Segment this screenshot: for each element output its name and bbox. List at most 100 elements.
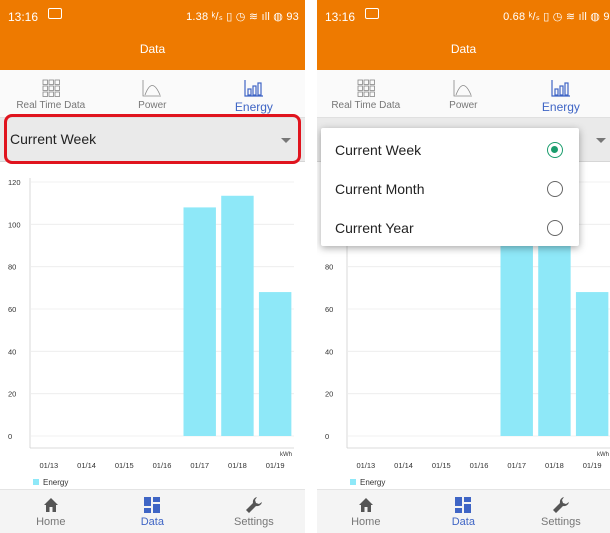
- dropdown-arrow-icon: [596, 138, 606, 143]
- legend-label: Energy: [360, 478, 385, 487]
- x-tick-label: 01/15: [432, 461, 451, 470]
- menu-item-current-month[interactable]: Current Month: [321, 169, 579, 209]
- y-tick-label: 120: [8, 178, 21, 187]
- message-icon: [48, 8, 62, 19]
- tab-label: Real Time Data: [331, 100, 401, 111]
- y-tick-label: 20: [8, 390, 16, 399]
- unit-label: kWh: [597, 452, 609, 458]
- bar-chart-icon: [244, 80, 263, 97]
- tab-power[interactable]: Power: [102, 70, 204, 118]
- tab-label: Real Time Data: [16, 100, 86, 111]
- x-tick-label: 01/19: [266, 461, 285, 470]
- radio-unselected-icon[interactable]: [547, 181, 563, 197]
- message-icon: [365, 8, 379, 19]
- x-tick-label: 01/14: [394, 461, 413, 470]
- status-indicators: 1.38 ᵏ/ₛ ▯ ◷ ≋ ıll ◍ 93: [186, 11, 299, 23]
- nav-data[interactable]: Data: [102, 490, 204, 533]
- y-tick-label: 40: [8, 347, 16, 356]
- app-bar-title: Data: [0, 34, 305, 70]
- tab-real-time-data[interactable]: Real Time Data: [0, 70, 102, 118]
- nav-data[interactable]: Data: [415, 490, 513, 533]
- x-tick-label: 01/19: [583, 461, 602, 470]
- home-icon: [43, 498, 58, 512]
- bar-01-17: [183, 207, 216, 436]
- tab-real-time-data[interactable]: Real Time Data: [317, 70, 415, 118]
- radio-selected-icon[interactable]: [547, 142, 563, 158]
- y-tick-label: 100: [8, 220, 21, 229]
- bar-01-19: [258, 292, 292, 436]
- nav-label: Settings: [541, 516, 581, 528]
- status-time: 13:16: [325, 10, 356, 24]
- y-tick-label: 60: [325, 305, 333, 314]
- status-bar: 13:16 0.68 ᵏ/ₛ ▯ ◷ ≋ ıll ◍ 93: [317, 0, 610, 34]
- y-tick-label: 0: [325, 432, 329, 441]
- wrench-icon: [245, 497, 262, 513]
- highlight-box: [4, 114, 301, 164]
- tab-power[interactable]: Power: [415, 70, 513, 118]
- nav-label: Data: [451, 516, 475, 528]
- y-tick-label: 80: [325, 263, 333, 272]
- y-tick-label: 80: [8, 263, 16, 272]
- legend-swatch: [33, 479, 39, 485]
- x-tick-label: 01/18: [228, 461, 247, 470]
- status-time: 13:16: [8, 10, 39, 24]
- tab-label: Power: [138, 100, 167, 111]
- menu-item-current-year[interactable]: Current Year: [321, 208, 579, 248]
- y-tick-label: 60: [8, 305, 16, 314]
- status-indicators: 0.68 ᵏ/ₛ ▯ ◷ ≋ ıll ◍ 93: [503, 11, 610, 23]
- bar-01-19: [575, 292, 609, 436]
- grid-icon: [357, 79, 375, 97]
- tab-label: Power: [449, 100, 478, 111]
- x-tick-label: 01/13: [39, 461, 58, 470]
- bar-chart-icon: [551, 80, 570, 97]
- dashboard-icon: [144, 497, 161, 513]
- tab-energy[interactable]: Energy: [203, 70, 305, 118]
- left-screen: 13:16 1.38 ᵏ/ₛ ▯ ◷ ≋ ıll ◍ 93 Data Real …: [0, 0, 305, 533]
- legend-swatch: [350, 479, 356, 485]
- menu-item-current-week[interactable]: Current Week: [321, 130, 579, 170]
- menu-item-label: Current Year: [335, 220, 414, 236]
- nav-label: Data: [140, 516, 164, 528]
- x-tick-label: 01/16: [153, 461, 172, 470]
- nav-label: Home: [351, 516, 381, 528]
- nav-settings[interactable]: Settings: [203, 490, 305, 533]
- y-tick-label: 40: [325, 347, 333, 356]
- x-tick-label: 01/13: [356, 461, 375, 470]
- x-tick-label: 01/18: [545, 461, 564, 470]
- tab-energy[interactable]: Energy: [512, 70, 610, 118]
- status-bar: 13:16 1.38 ᵏ/ₛ ▯ ◷ ≋ ıll ◍ 93: [0, 0, 305, 34]
- nav-home[interactable]: Home: [317, 490, 415, 533]
- curve-icon: [142, 80, 162, 97]
- tab-bar: Real Time Data Power Energy: [317, 70, 610, 118]
- bar-01-18: [221, 195, 254, 436]
- nav-settings[interactable]: Settings: [512, 490, 610, 533]
- x-tick-label: 01/16: [470, 461, 489, 470]
- curve-icon: [453, 80, 473, 97]
- unit-label: kWh: [280, 452, 292, 458]
- x-tick-label: 01/17: [507, 461, 526, 470]
- x-tick-label: 01/14: [77, 461, 96, 470]
- x-tick-label: 01/15: [115, 461, 134, 470]
- menu-item-label: Current Month: [335, 181, 425, 197]
- radio-unselected-icon[interactable]: [547, 220, 563, 236]
- period-menu: Current Week Current Month Current Year: [321, 128, 579, 246]
- nav-label: Home: [36, 516, 66, 528]
- x-tick-label: 01/17: [190, 461, 209, 470]
- legend-label: Energy: [43, 478, 68, 487]
- energy-chart: 0 20 40 60 80 100 120 01/13 01/14 01/15 01/16 01/17…: [8, 178, 294, 487]
- home-icon: [358, 498, 373, 512]
- bottom-nav: Home Data Settings: [0, 489, 305, 533]
- right-screen: 13:16 0.68 ᵏ/ₛ ▯ ◷ ≋ ıll ◍ 93 Data Real …: [317, 0, 610, 533]
- tab-bar: Real Time Data Power Energy: [0, 70, 305, 118]
- grid-icon: [42, 79, 60, 97]
- menu-item-label: Current Week: [335, 142, 422, 158]
- tab-label: Energy: [234, 100, 273, 114]
- y-tick-label: 20: [325, 390, 333, 399]
- wrench-icon: [552, 497, 569, 513]
- nav-home[interactable]: Home: [0, 490, 102, 533]
- bottom-nav: Home Data Settings: [317, 489, 610, 533]
- nav-label: Settings: [234, 516, 274, 528]
- y-tick-label: 0: [8, 432, 12, 441]
- tab-label: Energy: [541, 100, 580, 114]
- app-bar-title: Data: [317, 34, 610, 70]
